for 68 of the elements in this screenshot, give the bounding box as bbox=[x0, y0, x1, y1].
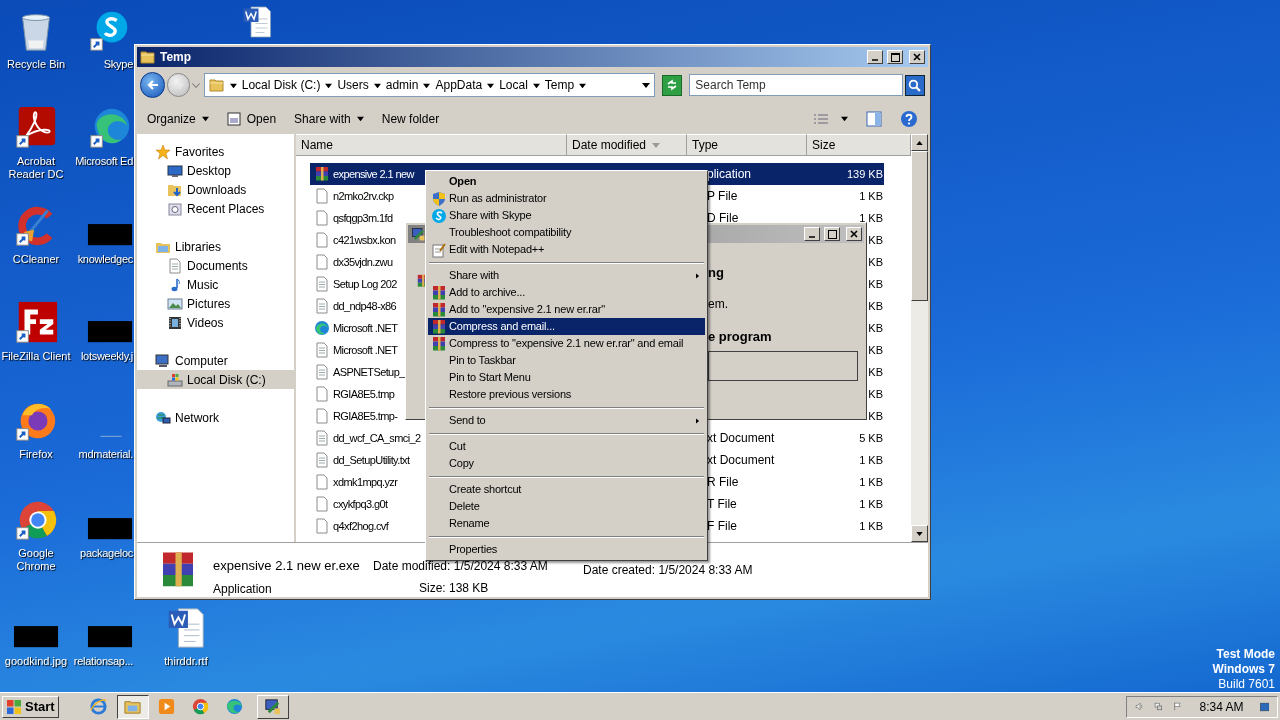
file-size: KB bbox=[868, 410, 883, 422]
file-name: RGIA8E5.tmp bbox=[333, 386, 395, 402]
file-type: xt Document bbox=[707, 431, 775, 445]
file-type: Application bbox=[213, 580, 273, 598]
file-name: Microsoft .NET bbox=[333, 320, 398, 336]
file-type: D File bbox=[707, 211, 739, 225]
dialog-text: ng bbox=[708, 264, 724, 279]
system-notice: Test Mode bbox=[1216, 647, 1275, 662]
file-name: dd_ndp48-x86 bbox=[333, 298, 397, 314]
system-notice: Build 7601 bbox=[1218, 677, 1275, 692]
icon-label: mdmaterial. bbox=[78, 448, 133, 461]
file-name: cxykfpq3.g0t bbox=[333, 496, 388, 512]
file-name: dx35vjdn.zwu bbox=[333, 254, 393, 270]
file-size: KB bbox=[868, 234, 883, 246]
icon-label: goodkind.jpg bbox=[3, 655, 69, 668]
file-name: q4xf2hog.cvf bbox=[333, 518, 389, 534]
file-name: RGIA8E5.tmp- bbox=[333, 408, 398, 424]
file-name: Setup Log 202 bbox=[333, 276, 397, 292]
icon-label: Microsoft Ed bbox=[75, 155, 133, 168]
file-size: KB bbox=[868, 278, 883, 290]
file-name: ASPNETSetup_ bbox=[333, 364, 405, 380]
icon-label: packageloc bbox=[80, 547, 133, 560]
file-size: 1 KB bbox=[859, 454, 883, 466]
file-size: KB bbox=[868, 344, 883, 356]
file-size: KB bbox=[868, 366, 883, 378]
file-name: n2mko2rv.ckp bbox=[333, 188, 394, 204]
dialog-text: e program bbox=[708, 328, 772, 343]
file-size: 5 KB bbox=[859, 432, 883, 444]
icon-label: CCleaner bbox=[11, 253, 61, 266]
file-size: KB bbox=[868, 256, 883, 268]
file-name: expensive 2.1 new er.exe bbox=[213, 557, 361, 576]
file-type: xt Document bbox=[707, 453, 775, 467]
icon-label: FileZilla Client bbox=[0, 350, 72, 363]
file-size: Size: 138 KB bbox=[418, 580, 490, 597]
file-size: KB bbox=[868, 322, 883, 334]
icon-label: Recycle Bin bbox=[5, 58, 67, 71]
date-modified: Date modified: 1/5/2024 8:33 AM bbox=[373, 558, 549, 575]
file-type: P File bbox=[707, 189, 738, 203]
file-size: 1 KB bbox=[859, 190, 883, 202]
icon-label: Google Chrome bbox=[15, 547, 57, 573]
file-type: F File bbox=[707, 519, 737, 533]
date-created: Date created: 1/5/2024 8:33 AM bbox=[583, 562, 753, 579]
icon-label: knowledgec bbox=[77, 253, 133, 266]
file-name: Microsoft .NET bbox=[333, 342, 398, 358]
file-type: R File bbox=[707, 475, 739, 489]
file-size: KB bbox=[868, 300, 883, 312]
icon-label: thirddr.rtf bbox=[163, 655, 209, 668]
icon-label: relationsap... bbox=[73, 655, 133, 668]
file-type: plication bbox=[707, 167, 752, 181]
file-size: 1 KB bbox=[859, 498, 883, 510]
file-size: 1 KB bbox=[859, 520, 883, 532]
icon-label: Skype bbox=[103, 58, 133, 71]
file-size: KB bbox=[868, 388, 883, 400]
file-name: c421wsbx.kon bbox=[333, 232, 396, 248]
window-title: Temp bbox=[160, 49, 192, 66]
file-name: dd_SetupUtility.txt bbox=[333, 452, 410, 468]
icon-label: lotsweekly.j bbox=[80, 350, 133, 363]
icon-label: Acrobat Reader DC bbox=[7, 155, 65, 181]
file-name: qsfqgp3m.1fd bbox=[333, 210, 393, 226]
file-name: xdmk1mpq.yzr bbox=[333, 474, 398, 490]
dialog-text: em. bbox=[708, 296, 728, 311]
file-size: 1 KB bbox=[859, 476, 883, 488]
system-notice: Windows 7 bbox=[1212, 662, 1275, 677]
file-size: 1 KB bbox=[859, 212, 883, 224]
file-name: expensive 2.1 new bbox=[333, 166, 414, 182]
icon-label: Firefox bbox=[18, 448, 54, 461]
file-name: dd_wcf_CA_smci_2 bbox=[333, 430, 421, 446]
file-size: 139 KB bbox=[846, 168, 883, 180]
